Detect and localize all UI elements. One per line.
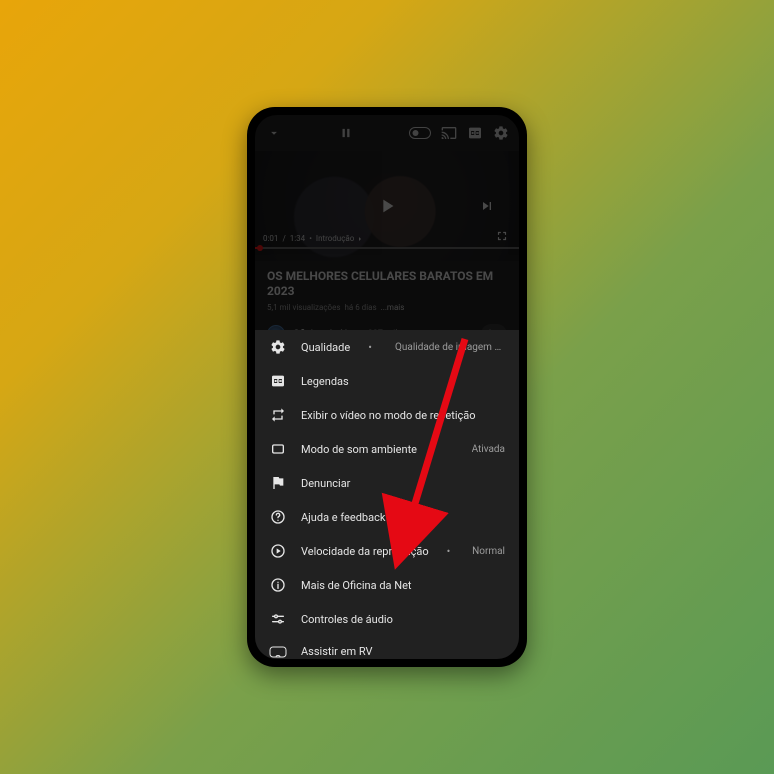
time-separator: / [282,234,285,243]
menu-value: Normal [472,546,505,557]
menu-label: Modo de som ambiente [301,443,417,456]
menu-label: Assistir em RV [301,645,373,658]
menu-value: Qualidade de imagem m... [395,342,505,353]
menu-help[interactable]: Ajuda e feedback [255,500,519,534]
autoplay-toggle-icon[interactable] [409,127,431,139]
more-link[interactable]: ...mais [381,303,405,312]
menu-speed[interactable]: Velocidade da reprodução • Normal [255,534,519,568]
video-title[interactable]: OS MELHORES CELULARES BARATOS EM 2023 [267,269,507,299]
chapter-label: Introdução [316,234,354,243]
menu-label: Denunciar [301,477,350,490]
chevron-down-icon[interactable] [265,126,283,140]
menu-captions[interactable]: Legendas [255,364,519,398]
menu-quality[interactable]: Qualidade • Qualidade de imagem m... [255,330,519,364]
cast-icon[interactable] [441,125,457,141]
captions-icon [269,373,287,389]
gear-icon[interactable] [493,125,509,141]
menu-label: Velocidade da reprodução [301,545,429,558]
separator-dot: • [368,341,372,354]
separator-dot: • [447,545,451,558]
menu-label: Qualidade [301,341,350,354]
pause-icon[interactable] [339,126,353,140]
menu-ambient[interactable]: Modo de som ambiente Ativada [255,432,519,466]
menu-report[interactable]: Denunciar [255,466,519,500]
help-icon [269,509,287,525]
menu-label: Legendas [301,375,349,388]
captions-icon[interactable] [467,125,483,141]
menu-value: Ativada [472,444,505,455]
menu-audio[interactable]: Controles de áudio [255,602,519,636]
chapter-chip[interactable]: Introdução [316,234,364,243]
progress-bar[interactable] [255,247,519,249]
ambient-icon [269,441,287,457]
fullscreen-icon[interactable] [495,229,509,243]
info-icon [269,577,287,593]
chapter-dot: • [309,234,312,243]
menu-label: Ajuda e feedback [301,511,385,524]
menu-label: Controles de áudio [301,613,393,626]
menu-loop[interactable]: Exibir o vídeo no modo de repetição [255,398,519,432]
menu-label: Exibir o vídeo no modo de repetição [301,409,476,422]
play-icon[interactable] [376,195,398,217]
background: 0:01 / 1:34 • Introdução [0,0,774,774]
sliders-icon [269,611,287,627]
settings-sheet: Qualidade • Qualidade de imagem m... Leg… [255,330,519,659]
current-time: 0:01 [263,234,278,243]
flag-icon [269,475,287,491]
gear-icon [269,339,287,355]
screen: 0:01 / 1:34 • Introdução [255,115,519,659]
menu-more-from[interactable]: Mais de Oficina da Net [255,568,519,602]
menu-vr[interactable]: Assistir em RV [255,636,519,659]
player-backdrop: 0:01 / 1:34 • Introdução [255,115,519,330]
vr-icon [269,646,287,658]
view-count: 5,1 mil visualizações [267,303,340,312]
phone-frame: 0:01 / 1:34 • Introdução [247,107,527,667]
upload-age: há 6 dias [344,303,376,312]
chevron-right-icon [356,235,364,243]
play-circle-icon [269,543,287,559]
next-icon[interactable] [479,198,495,214]
video-player[interactable]: 0:01 / 1:34 • Introdução [255,151,519,261]
duration: 1:34 [290,234,305,243]
loop-icon [269,407,287,423]
menu-label: Mais de Oficina da Net [301,579,412,592]
